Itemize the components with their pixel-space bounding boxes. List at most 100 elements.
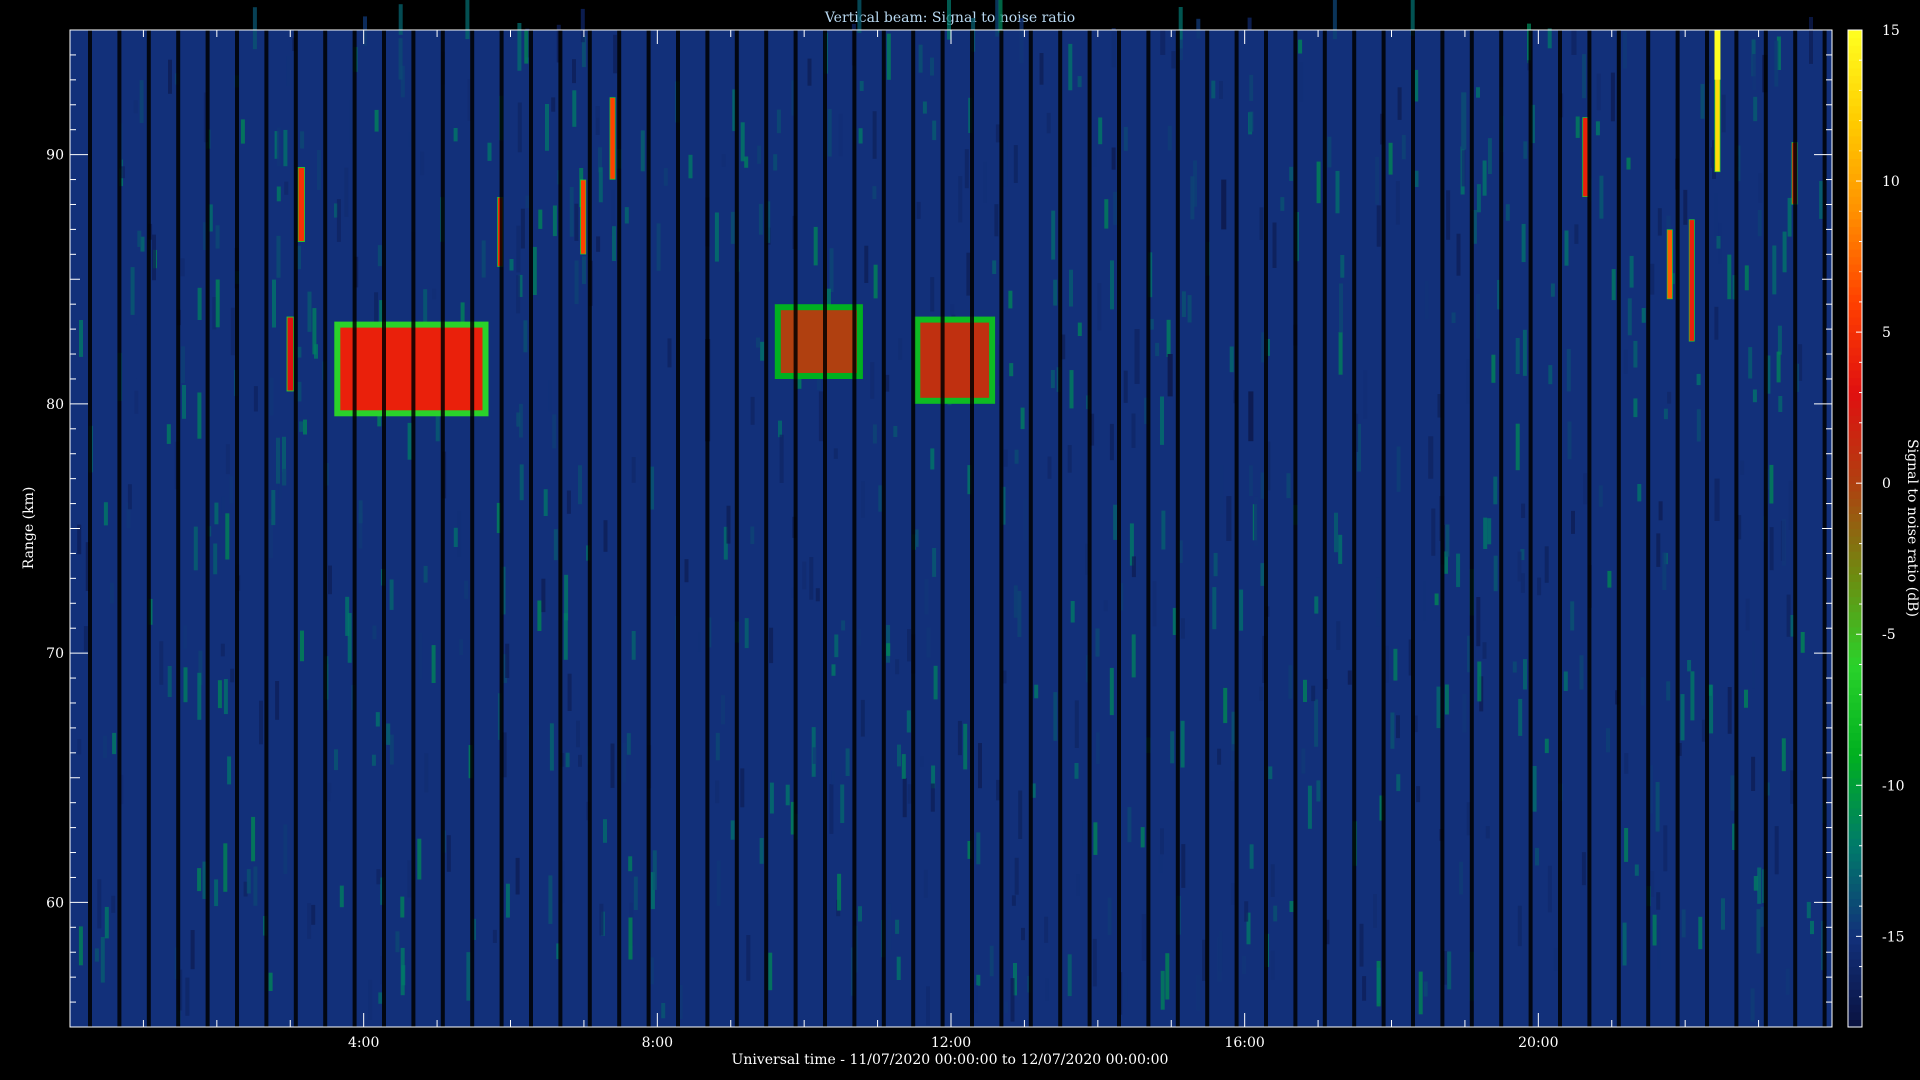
noise-streak [376,869,381,885]
x-tick-label: 16:00 [1224,1035,1264,1051]
noise-streak [1217,748,1222,765]
noise-streak [284,181,289,195]
gap-stripe [940,30,945,1027]
noise-streak [1716,236,1721,249]
noise-streak [1289,901,1294,912]
noise-streak [578,754,582,767]
colorbar-tick-label: -10 [1882,778,1905,794]
noise-streak [1008,290,1013,309]
colorbar-segment [1848,679,1862,688]
noise-streak [1687,660,1692,672]
noise-streak [858,906,862,922]
noise-streak [1046,112,1051,134]
noise-streak [730,211,735,244]
noise-streak [1180,618,1185,639]
noise-streak [1744,265,1749,291]
noise-streak [715,732,720,761]
colorbar-segment [1848,513,1862,522]
noise-streak [120,166,125,179]
noise-streak [1359,923,1364,967]
noise-streak [269,377,274,416]
colorbar-segment [1848,981,1862,990]
noise-streak [622,742,627,783]
noise-streak [300,630,304,662]
colorbar-segment [1848,324,1862,333]
noise-streak [1776,351,1781,383]
noise-streak [159,641,164,685]
noise-streak [667,338,672,368]
noise-streak [1053,692,1058,741]
noise-streak [1260,563,1265,586]
noise-streak [1131,556,1136,578]
noise-streak [1624,828,1629,862]
noise-streak [303,419,307,435]
noise-streak [1092,938,1097,987]
noise-streak [1727,687,1732,734]
noise-streak [1483,517,1488,549]
noise-streak [1596,73,1601,111]
noise-streak [726,505,731,544]
plot-area [70,0,1832,1027]
noise-streak [1515,338,1520,374]
colorbar-segment [1848,656,1862,666]
noise-streak [505,883,510,918]
noise-streak [276,186,281,202]
noise-streak [432,288,437,300]
noise-streak [214,879,219,907]
noise-streak [721,154,726,167]
noise-streak [523,320,528,353]
noise-streak [417,838,422,880]
noise-streak [1583,473,1588,505]
colorbar-segment [1848,264,1862,273]
colorbar-segment [1848,135,1862,144]
noise-streak [760,341,765,361]
gap-stripe [264,30,269,1027]
colorbar-segment [1848,188,1862,197]
noise-streak [812,747,817,764]
noise-streak [1663,825,1668,872]
noise-streak [1786,594,1791,637]
noise-streak [1140,827,1145,848]
noise-streak [1774,826,1779,875]
noise-streak [1482,642,1487,659]
noise-streak [661,1003,666,1019]
noise-streak [268,972,273,991]
colorbar-segment [1848,392,1862,401]
colorbar-segment [1848,211,1862,220]
noise-streak [572,59,576,84]
noise-streak [878,485,883,512]
noise-streak [103,735,107,759]
echo-feature-core [920,322,990,398]
gap-stripe [1616,30,1621,1027]
noise-streak [840,784,845,823]
noise-streak [183,625,188,649]
colorbar-segment [1848,45,1862,54]
colorbar-segment [1848,430,1862,439]
noise-streak [1373,894,1377,928]
noise-streak [1710,147,1715,168]
gap-stripe [1763,30,1768,1027]
colorbar-segment [1848,317,1862,326]
colorbar-segment [1848,279,1862,288]
noise-streak [1745,598,1750,631]
noise-streak [958,176,963,223]
noise-streak [516,412,521,427]
noise-streak [815,588,820,602]
noise-streak [598,167,603,203]
noise-streak [1075,874,1080,896]
echo-feature-edge [1134,329,1140,384]
noise-streak [100,937,105,983]
echo-feature-edge [1461,92,1467,150]
noise-streak [976,974,981,986]
colorbar-segment [1848,294,1862,303]
noise-streak [1650,263,1655,295]
noise-streak [1044,978,1049,1001]
noise-streak [1131,413,1136,448]
noise-streak [1522,329,1527,376]
noise-streak [992,260,997,274]
noise-streak [1069,370,1074,409]
noise-streak [1171,51,1176,69]
colorbar-segment [1848,792,1862,802]
noise-streak [603,819,607,843]
noise-streak [457,510,462,558]
